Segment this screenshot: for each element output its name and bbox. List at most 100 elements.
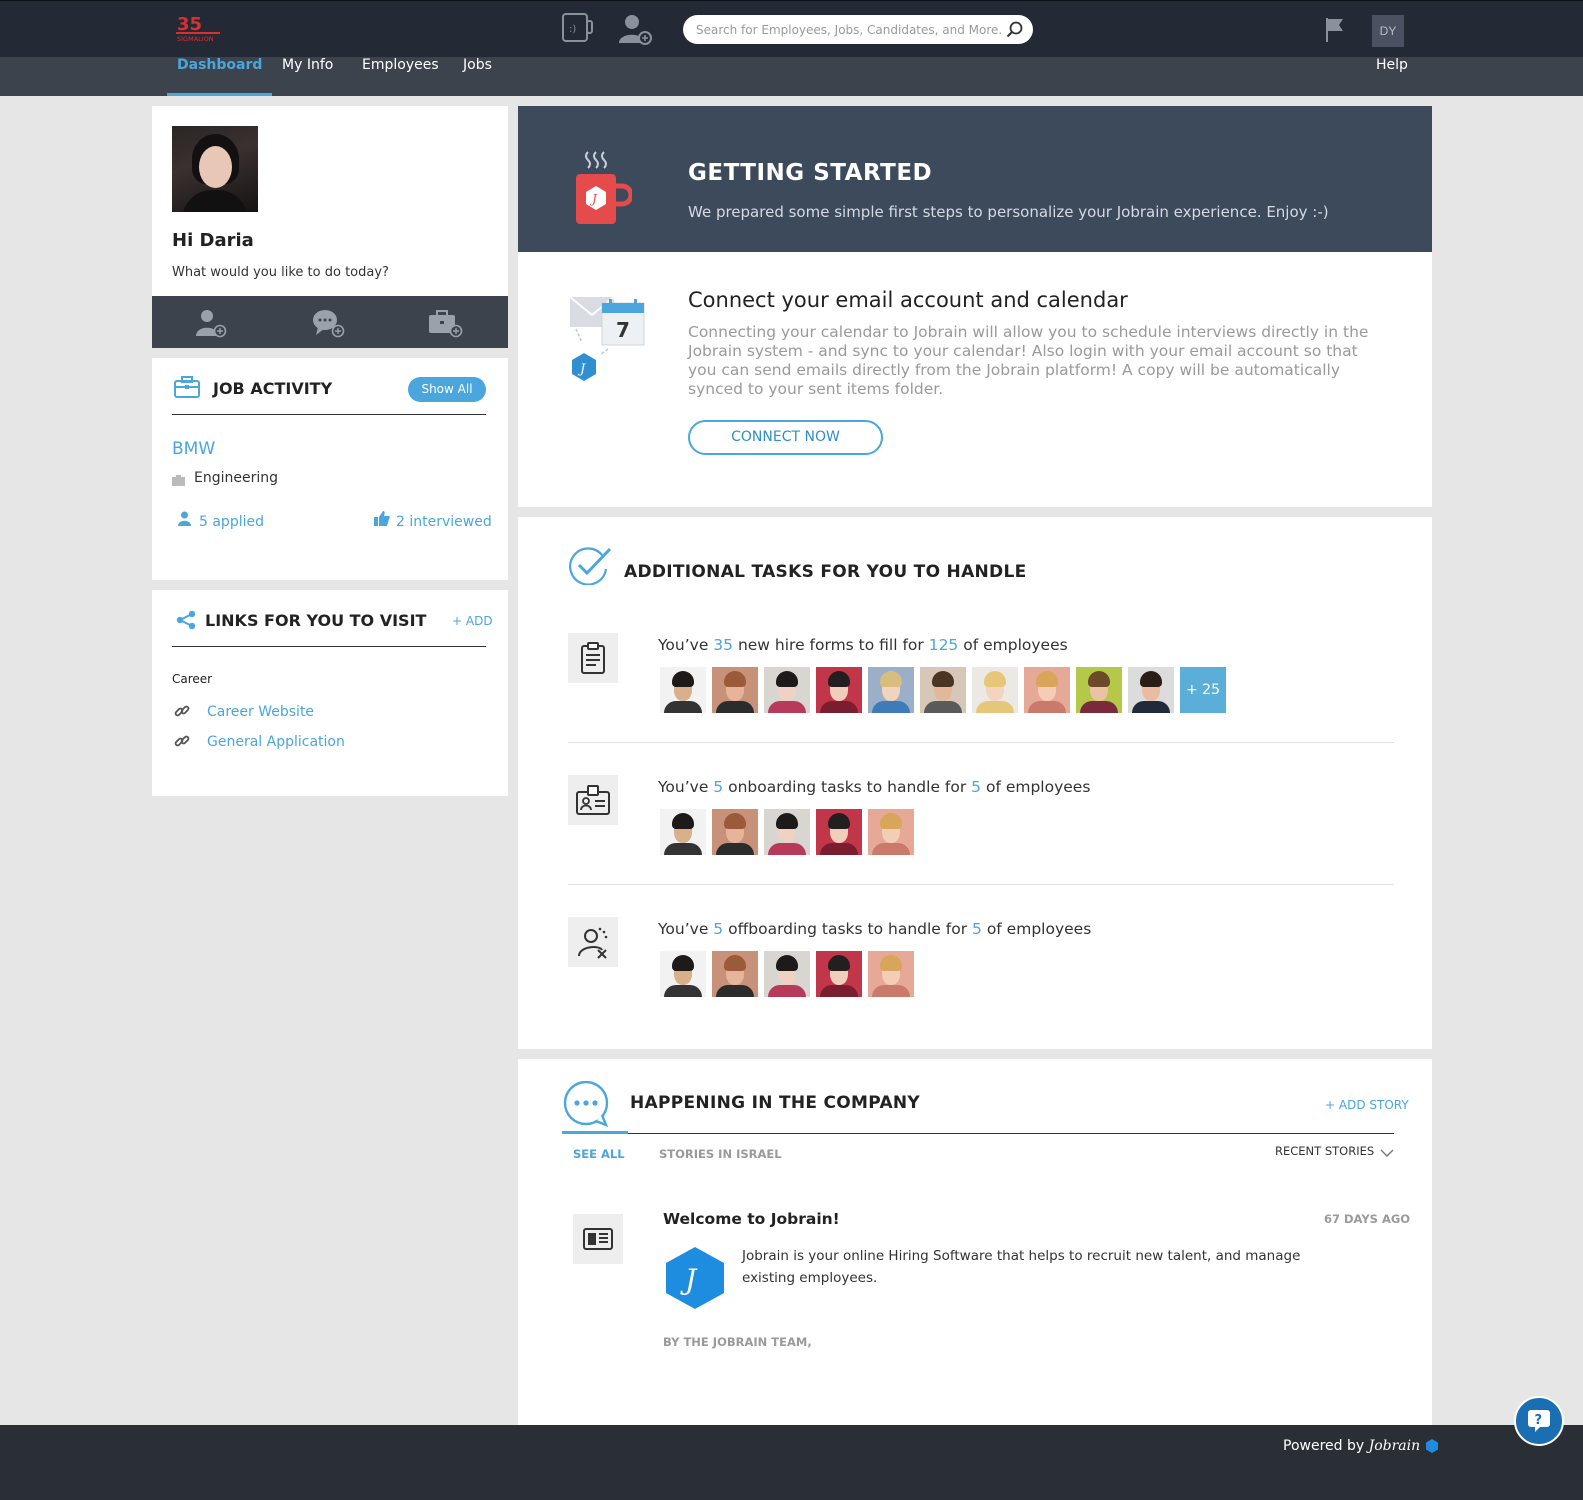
- getting-started-title: GETTING STARTED: [688, 160, 933, 186]
- job-company-link[interactable]: BMW: [172, 439, 215, 459]
- task-people-count[interactable]: 5: [972, 920, 982, 938]
- applied-count[interactable]: 5 applied: [199, 514, 264, 530]
- tasks-title: ADDITIONAL TASKS FOR YOU TO HANDLE: [624, 562, 1027, 582]
- quick-actions-bar: [152, 296, 508, 348]
- employee-avatar[interactable]: [660, 951, 706, 997]
- task-people-count[interactable]: 5: [971, 778, 981, 796]
- task-count[interactable]: 5: [713, 778, 723, 796]
- search-input[interactable]: [696, 15, 1001, 44]
- tab-see-all[interactable]: SEE ALL: [573, 1147, 625, 1161]
- chat-bubble-icon: [562, 1080, 610, 1132]
- divider: [628, 1133, 1394, 1134]
- employee-avatar[interactable]: [868, 951, 914, 997]
- story-byline: BY THE JOBRAIN TEAM,: [663, 1335, 812, 1349]
- task-count[interactable]: 35: [713, 636, 733, 654]
- employee-avatar[interactable]: [764, 667, 810, 713]
- employee-avatar[interactable]: [764, 951, 810, 997]
- story-age: 67 DAYS AGO: [1324, 1212, 1411, 1226]
- task-count[interactable]: 5: [713, 920, 723, 938]
- nav-item-dashboard[interactable]: Dashboard: [167, 57, 273, 96]
- employee-avatar[interactable]: [1024, 667, 1070, 713]
- connect-now-button[interactable]: CONNECT NOW: [688, 420, 883, 455]
- employee-avatar[interactable]: [712, 951, 758, 997]
- checkmark-circle-icon: [568, 545, 612, 590]
- task-people-count[interactable]: 125: [929, 636, 959, 654]
- happening-card: HAPPENING IN THE COMPANY + ADD STORY SEE…: [518, 1059, 1432, 1425]
- profile-photo[interactable]: [172, 126, 258, 212]
- tab-stories-in-israel[interactable]: STORIES IN ISRAEL: [659, 1147, 782, 1161]
- divider: [172, 646, 486, 647]
- getting-started-subtitle: We prepared some simple first steps to p…: [688, 203, 1329, 221]
- search-bar: [683, 15, 1033, 44]
- footer: Powered by Jobrain: [0, 1425, 1583, 1500]
- company-logo[interactable]: 35 SIGMALION: [176, 13, 220, 43]
- link-icon: [174, 733, 190, 754]
- job-activity-card: JOB ACTIVITY Show All BMW Engineering 5 …: [152, 358, 508, 580]
- more-employees-badge[interactable]: + 25: [1180, 667, 1226, 713]
- sort-dropdown[interactable]: RECENT STORIES: [1275, 1144, 1374, 1158]
- employee-avatar[interactable]: [816, 951, 862, 997]
- link-career-website[interactable]: Career Website: [207, 704, 314, 720]
- newspaper-icon: [573, 1214, 623, 1264]
- nav-item-my-info[interactable]: My Info: [272, 57, 343, 96]
- person-icon: [177, 511, 192, 531]
- divider: [172, 414, 486, 415]
- task-onboarding: You’ve 5 onboarding tasks to handle for …: [568, 775, 1394, 875]
- divider: [568, 884, 1394, 885]
- employee-avatar[interactable]: [660, 809, 706, 855]
- coffee-mug-icon: J: [574, 148, 634, 231]
- id-badge-icon: [568, 775, 618, 825]
- svg-text:35: 35: [177, 14, 202, 35]
- employee-avatar[interactable]: [868, 809, 914, 855]
- employee-avatar[interactable]: [660, 667, 706, 713]
- job-department: Engineering: [194, 470, 278, 486]
- svg-text:?: ?: [1535, 1413, 1543, 1428]
- help-question-icon: ?: [1528, 1410, 1550, 1432]
- share-icon: [176, 610, 196, 635]
- interviewed-count[interactable]: 2 interviewed: [396, 514, 492, 530]
- employee-avatar[interactable]: [712, 667, 758, 713]
- employee-avatar[interactable]: [868, 667, 914, 713]
- add-person-icon[interactable]: [618, 13, 652, 50]
- help-chat-button[interactable]: ?: [1514, 1396, 1564, 1446]
- add-link-button[interactable]: + ADD: [452, 614, 493, 628]
- nav-item-help[interactable]: Help: [1366, 57, 1418, 96]
- link-group-label: Career: [172, 672, 213, 686]
- add-message-icon[interactable]: [310, 308, 346, 338]
- connect-email-card: 7 J Connect your email account and calen…: [518, 252, 1432, 507]
- calendar-day: 7: [616, 318, 630, 342]
- search-icon[interactable]: [1006, 21, 1023, 38]
- nav-item-employees[interactable]: Employees: [352, 57, 449, 96]
- employee-avatar[interactable]: [764, 809, 810, 855]
- user-avatar[interactable]: DY: [1372, 15, 1404, 47]
- link-general-application[interactable]: General Application: [207, 734, 345, 750]
- person-remove-icon: [568, 917, 618, 967]
- employee-avatar[interactable]: [1128, 667, 1174, 713]
- getting-started-banner: J GETTING STARTED We prepared some simpl…: [518, 106, 1432, 252]
- employee-avatar[interactable]: [920, 667, 966, 713]
- task-offboarding: You’ve 5 offboarding tasks to handle for…: [568, 917, 1394, 1017]
- add-story-button[interactable]: + ADD STORY: [1325, 1098, 1409, 1112]
- employee-avatar[interactable]: [816, 809, 862, 855]
- job-activity-title: JOB ACTIVITY: [213, 379, 333, 398]
- employee-avatar[interactable]: [972, 667, 1018, 713]
- task-text: You’ve 5 onboarding tasks to handle for …: [658, 778, 1091, 796]
- add-employee-icon[interactable]: [192, 308, 228, 338]
- additional-tasks-card: ADDITIONAL TASKS FOR YOU TO HANDLE You’v…: [518, 517, 1432, 1049]
- connect-title: Connect your email account and calendar: [688, 288, 1128, 312]
- messages-icon[interactable]: :): [562, 13, 594, 48]
- clipboard-icon: [568, 633, 618, 683]
- employee-avatar[interactable]: [816, 667, 862, 713]
- jobrain-badge-icon: [1425, 1439, 1438, 1453]
- show-all-button[interactable]: Show All: [408, 377, 486, 402]
- add-job-icon[interactable]: [427, 308, 463, 338]
- chevron-down-icon[interactable]: [1380, 1145, 1394, 1163]
- nav-item-jobs[interactable]: Jobs: [453, 57, 502, 96]
- flag-icon[interactable]: [1325, 17, 1345, 48]
- jobrain-brand[interactable]: Jobrain: [1369, 1438, 1421, 1454]
- story-title[interactable]: Welcome to Jobrain!: [663, 1210, 840, 1228]
- employee-avatar[interactable]: [712, 809, 758, 855]
- department-icon: [172, 473, 185, 491]
- divider: [568, 742, 1394, 743]
- employee-avatar[interactable]: [1076, 667, 1122, 713]
